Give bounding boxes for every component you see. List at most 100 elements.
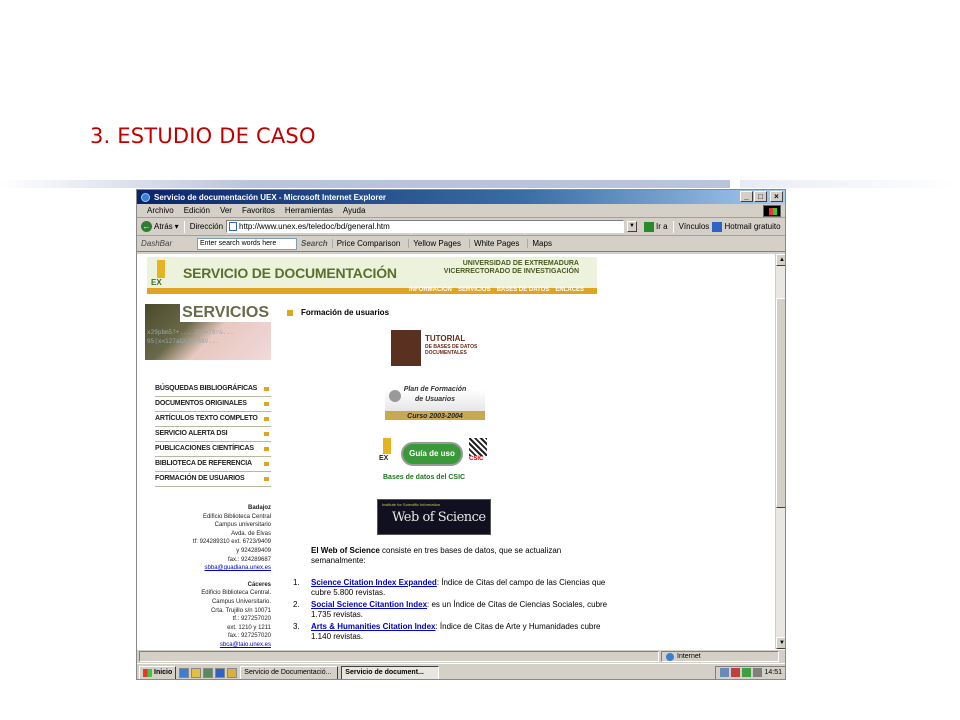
scroll-up-button[interactable]: ▲ (776, 254, 785, 266)
caceres-line: ext. 1210 y 1211 (227, 624, 271, 631)
list-number: 3. (293, 622, 300, 631)
nav-servicios[interactable]: SERVICIOS (458, 287, 491, 293)
windows-flag-icon (143, 668, 152, 677)
menu-item-biblioteca[interactable]: BIBLIOTECA DE REFERENCIA (155, 457, 271, 472)
web-of-science-image-link[interactable]: Institute for Scientific Information Web… (377, 499, 491, 535)
csic-caption: Bases de datos del CSIC (383, 474, 466, 481)
list-item: 3. Arts & Humanities Citation Index: Índ… (293, 622, 613, 642)
separator (672, 220, 674, 233)
ie-launch-icon[interactable] (179, 667, 190, 678)
price-comparison-link[interactable]: Price Comparison (331, 239, 405, 248)
menu-item-articulos[interactable]: ARTÍCULOS TEXTO COMPLETO (155, 412, 271, 427)
tray-icon[interactable] (742, 668, 752, 677)
address-input[interactable]: http://www.unex.es/teledoc/bd/general.ht… (226, 220, 625, 233)
menu-herramientas[interactable]: Herramientas (285, 206, 333, 215)
back-arrow-icon: ← (141, 221, 152, 232)
bullet-icon (264, 447, 269, 451)
security-zone: Internet (661, 651, 779, 662)
vicerrectorado-name: VICERRECTORADO DE INVESTIGACIÓN (443, 268, 579, 275)
windows-logo-icon (763, 205, 781, 217)
back-button[interactable]: ← Atrás ▾ (141, 221, 179, 232)
uex-logo[interactable]: EX (151, 260, 171, 288)
zone-label: Internet (677, 652, 701, 660)
dashbar-label[interactable]: DashBar (141, 239, 193, 248)
dashbar-search-button[interactable]: Search (301, 239, 328, 248)
volume-icon[interactable] (753, 668, 763, 677)
back-label: Atrás (154, 222, 173, 231)
column-icon (383, 438, 391, 454)
menu-item-busquedas[interactable]: BÚSQUEDAS BIBLIOGRÁFICAS (155, 382, 271, 397)
quick-launch (179, 667, 238, 678)
caceres-email-link[interactable]: sbca@taio.unex.es (220, 642, 271, 648)
tutorial-image-link[interactable]: TUTORIAL DE BASES DE DATOS DOCUMENTALES (391, 330, 481, 366)
badajoz-email-link[interactable]: sbba@guadiana.unex.es (205, 565, 271, 571)
address-label: Dirección (189, 222, 224, 231)
hotmail-icon (712, 221, 723, 232)
menu-favoritos[interactable]: Favoritos (242, 206, 275, 215)
yellow-pages-link[interactable]: Yellow Pages (408, 239, 465, 248)
menu-ayuda[interactable]: Ayuda (343, 206, 366, 215)
wos-intro-bold: El Web of Science (311, 546, 380, 555)
hotmail-link[interactable]: Hotmail gratuito (712, 221, 781, 232)
disc-icon (389, 390, 401, 402)
address-dropdown-button[interactable]: ▼ (627, 221, 638, 232)
word-launch-icon[interactable] (215, 667, 226, 678)
menu-item-label: PUBLICACIONES CIENTÍFICAS (155, 445, 254, 452)
chevron-down-icon: ▾ (174, 222, 179, 231)
nav-informacion[interactable]: INFORMACIÓN (409, 287, 452, 293)
menu-item-documentos[interactable]: DOCUMENTOS ORIGINALES (155, 397, 271, 412)
start-button[interactable]: Inicio (139, 665, 177, 679)
sci-link[interactable]: Science Citation Index Expanded (311, 578, 437, 587)
menu-edicion[interactable]: Edición (184, 206, 210, 215)
list-item: 1. Science Citation Index Expanded: Índi… (293, 578, 613, 598)
decorative-bar-fade (740, 180, 960, 188)
bullet-icon (264, 417, 269, 421)
ahci-link[interactable]: Arts & Humanities Citation Index (311, 622, 435, 631)
tray-icon[interactable] (731, 668, 741, 677)
vertical-scrollbar[interactable]: ▲ ▼ (775, 254, 785, 649)
nav-enlaces[interactable]: ENLACES (555, 287, 584, 293)
scroll-thumb[interactable] (776, 298, 785, 508)
badajoz-line: Avda. de Elvas (231, 530, 271, 537)
nav-bases-de-datos[interactable]: BASES DE DATOS (497, 287, 550, 293)
menu-archivo[interactable]: Archivo (147, 206, 174, 215)
menu-item-alerta[interactable]: SERVICIO ALERTA DSI (155, 427, 271, 442)
bullet-icon (264, 462, 269, 466)
dashbar-search-input[interactable]: Enter search words here (197, 237, 297, 250)
bullet-icon (264, 402, 269, 406)
ssci-link[interactable]: Social Science Citantion Index (311, 600, 427, 609)
plan-course: Curso 2003-2004 (407, 413, 463, 420)
outlook-launch-icon[interactable] (191, 667, 202, 678)
scroll-down-button[interactable]: ▼ (776, 637, 785, 649)
white-pages-link[interactable]: White Pages (469, 239, 523, 248)
menubar: Archivo Edición Ver Favoritos Herramient… (137, 204, 785, 218)
menu-item-formacion[interactable]: FORMACIÓN DE USUARIOS (155, 472, 271, 487)
menu-item-publicaciones[interactable]: PUBLICACIONES CIENTÍFICAS (155, 442, 271, 457)
taskbar-item-2[interactable]: Servicio de document... (341, 665, 440, 679)
minimize-button[interactable]: _ (740, 191, 753, 202)
maps-link[interactable]: Maps (527, 239, 556, 248)
explorer-launch-icon[interactable] (227, 667, 238, 678)
menu-ver[interactable]: Ver (220, 206, 232, 215)
window-titlebar[interactable]: Servicio de documentación UEX - Microsof… (137, 190, 785, 204)
go-button[interactable]: Ir a (644, 221, 668, 232)
go-label: Ir a (656, 222, 668, 231)
university-name: UNIVERSIDAD DE EXTREMADURA (462, 260, 579, 267)
badajoz-line: y 924289409 (236, 547, 271, 554)
logo-text: EX (379, 455, 389, 462)
menu-item-label: DOCUMENTOS ORIGINALES (155, 400, 247, 407)
tray-icon[interactable] (720, 668, 730, 677)
wos-intro: El Web of Science consiste en tres bases… (311, 546, 611, 566)
maximize-button[interactable]: □ (754, 191, 767, 202)
plan-formacion-image-link[interactable]: Plan de Formación de Usuarios Curso 2003… (385, 384, 485, 420)
guia-de-uso-button[interactable]: Guía de uso (401, 442, 463, 466)
caceres-line: Crta. Trujillo s/n 10071 (210, 607, 271, 614)
csic-label: CSIC (469, 456, 484, 462)
page-icon (229, 222, 238, 231)
wos-title: Web of Science (392, 510, 486, 525)
links-label[interactable]: Vínculos (679, 222, 710, 231)
close-button[interactable]: × (770, 191, 783, 202)
taskbar-item-1[interactable]: Servicio de Documentació... (240, 665, 339, 679)
ie-icon (141, 192, 150, 202)
desktop-launch-icon[interactable] (203, 667, 214, 678)
